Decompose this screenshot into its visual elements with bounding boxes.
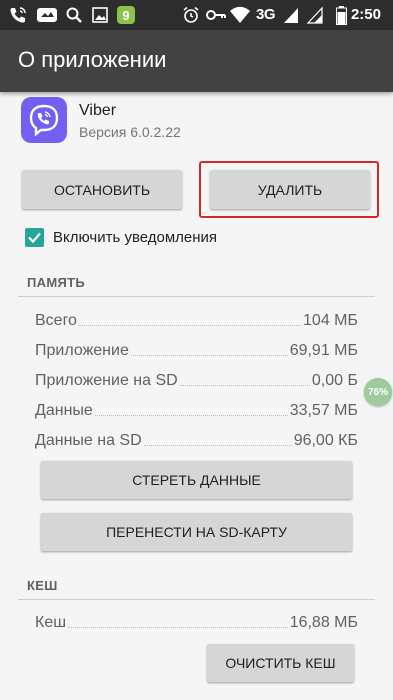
app-name: Viber [79,102,117,119]
stop-button[interactable]: ОСТАНОВИТЬ [22,170,182,209]
clear-data-button[interactable]: СТЕРЕТЬ ДАННЫЕ [41,461,352,499]
svg-text:9: 9 [122,8,129,23]
status-bar: 9 3G 2:50 [0,0,393,30]
memory-row-label: Данные [35,402,93,419]
memory-row-value: 96,00 КБ [293,432,358,449]
cache-row-label: Кеш [35,614,67,631]
memory-row-value: 104 МБ [303,312,358,329]
memory-row-label: Данные на SD [35,432,142,449]
viber-notification-icon [36,5,58,25]
memory-row-value: 33,57 МБ [289,402,358,419]
memory-row: Приложение 69,91 МБ [35,338,358,360]
memory-row-label: Всего [35,312,77,329]
overlay-percent-badge[interactable]: 76% [364,378,392,406]
search-icon [64,5,84,25]
clock: 2:50 [350,6,381,23]
memory-row: Данные 33,57 МБ [35,398,358,420]
memory-row-label: Приложение на SD [35,372,178,389]
row-dots [179,385,310,386]
app-bar: О приложении [0,30,393,92]
alarm-icon [181,5,201,25]
row-dots [78,325,302,326]
viber-logo-icon [21,97,67,143]
page-title: О приложении [18,47,167,72]
notifications-label: Включить уведомления [53,229,218,246]
notifications-checkbox[interactable] [25,228,44,247]
key-icon [205,5,227,25]
signal-icon [306,5,324,25]
memory-row-value: 0,00 Б [311,372,358,389]
memory-section-header: ПАМЯТЬ [27,275,85,290]
move-to-sd-button[interactable]: ПЕРЕНЕСТИ НА SD-КАРТУ [41,513,352,551]
cache-section-header: КЕШ [27,578,58,593]
checkmark-icon [28,232,41,244]
app-version: Версия 6.0.2.22 [79,124,181,140]
memory-row-value: 69,91 МБ [289,342,358,359]
memory-row-label: Приложение [35,342,129,359]
memory-divider [18,296,375,297]
row-dots [143,445,292,446]
row-dots [130,355,288,356]
cache-divider [18,599,375,600]
battery-icon [335,5,347,25]
clear-cache-button[interactable]: ОЧИСТИТЬ КЕШ [207,644,354,682]
phone-wifi-icon [8,5,28,25]
memory-row: Приложение на SD 0,00 Б [35,368,358,390]
cache-row: Кеш 16,88 МБ [35,610,358,632]
signal-3g-icon [282,5,300,25]
memory-row: Всего 104 МБ [35,308,358,330]
row-dots [94,415,288,416]
memory-row: Данные на SD 96,00 КБ [35,428,358,450]
image-icon [90,5,110,25]
network-type: 3G [256,6,276,23]
uninstall-button[interactable]: УДАЛИТЬ [210,170,370,209]
row-dots [68,627,288,628]
cache-row-value: 16,88 МБ [289,614,358,631]
app-9-icon: 9 [116,5,136,25]
wifi-icon [229,5,251,25]
